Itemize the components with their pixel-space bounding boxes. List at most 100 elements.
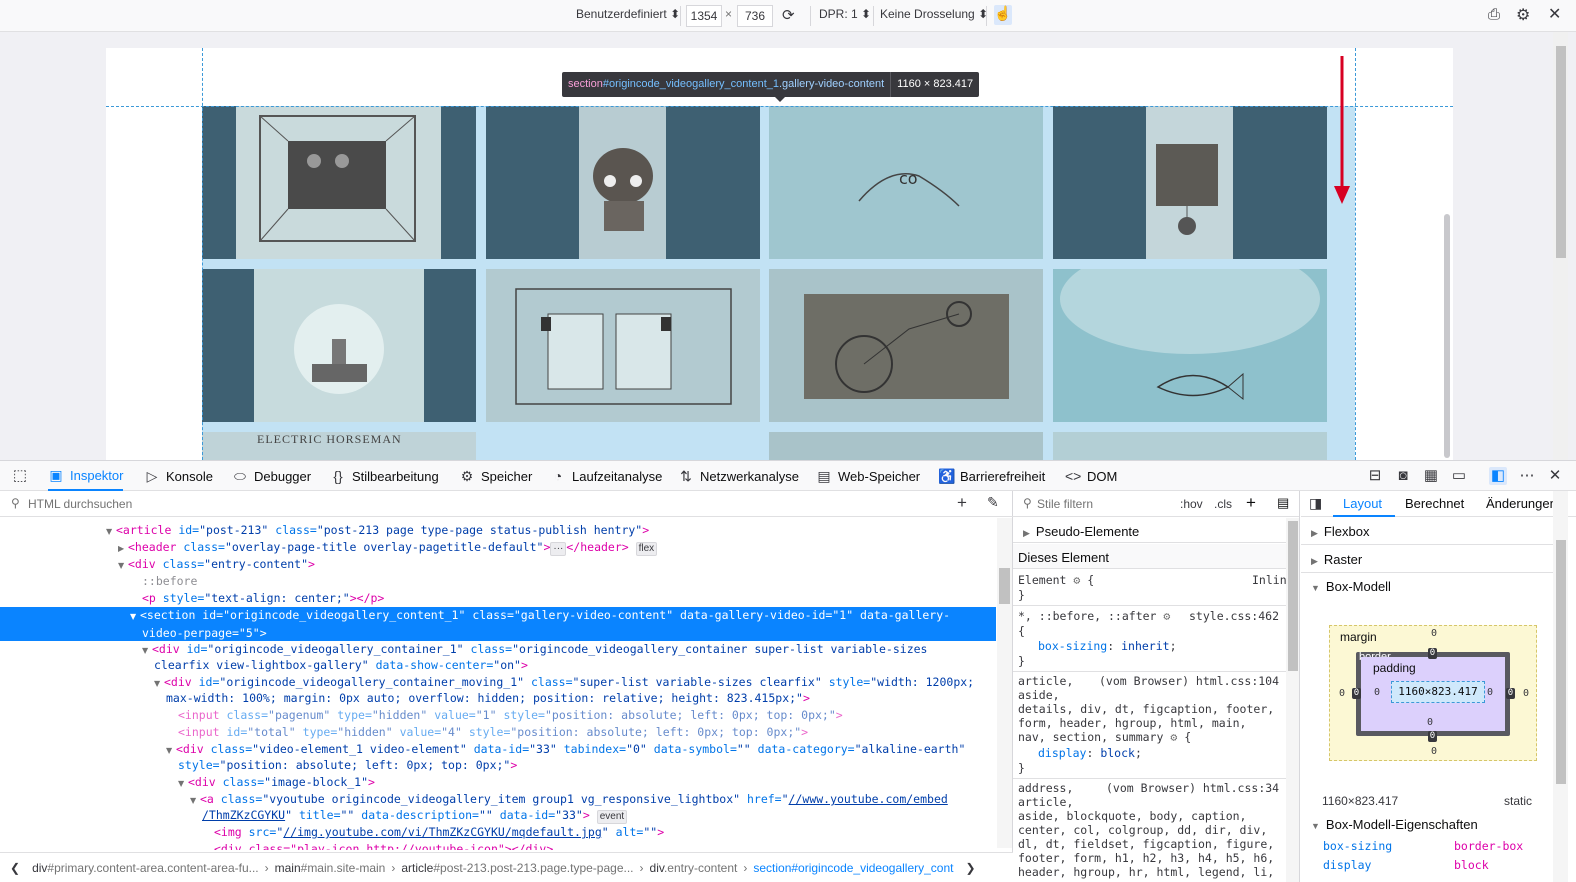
margin-left-value[interactable]: 0 xyxy=(1339,688,1345,699)
eyedropper-icon[interactable]: ✎ xyxy=(987,494,999,511)
tab-layout[interactable]: Layout xyxy=(1343,496,1382,511)
rule-source-link[interactable]: style.css:462 xyxy=(1189,609,1279,623)
property-value[interactable]: border-box xyxy=(1454,839,1523,853)
tab-changes[interactable]: Änderungen xyxy=(1486,496,1557,511)
rules-scrollbar-thumb[interactable] xyxy=(1288,521,1298,671)
video-thumbnail[interactable] xyxy=(486,269,760,422)
tab-console[interactable]: ▷ Konsole xyxy=(144,461,213,491)
tab-memory[interactable]: ⚙ Speicher xyxy=(459,461,533,491)
margin-bottom-value[interactable]: 0 xyxy=(1431,746,1437,757)
video-thumbnail[interactable] xyxy=(769,269,1043,422)
element-rule[interactable]: Element ⚙ { } xyxy=(1018,573,1094,603)
video-thumbnail[interactable] xyxy=(486,106,760,259)
block-display-rule[interactable]: article, xyxy=(1018,674,1073,689)
property-value[interactable]: block xyxy=(1454,858,1489,872)
styles-filter-bar[interactable]: ⚲ Stile filtern :hov .cls + ▤ xyxy=(1013,491,1299,517)
breadcrumb-item-current[interactable]: section#origincode_videogallery_cont xyxy=(747,861,959,875)
more-options-icon[interactable]: ⋯ xyxy=(1518,467,1536,485)
breadcrumb-item[interactable]: article#post-213.post-213.page.type-page… xyxy=(395,861,639,875)
hover-states-toggle[interactable]: :hov xyxy=(1180,497,1203,511)
tab-computed[interactable]: Berechnet xyxy=(1405,496,1464,511)
print-simulation-icon[interactable]: ▤ xyxy=(1277,495,1289,511)
border-top-value[interactable]: 0 xyxy=(1428,648,1437,659)
markup-node[interactable]: <input class="pagenum" type="hidden" val… xyxy=(0,707,996,723)
markup-node[interactable]: ▶ <header class="overlay-page-title overl… xyxy=(0,539,996,557)
video-thumbnail[interactable]: co xyxy=(769,106,1043,259)
markup-node[interactable]: <p style="text-align: center;"></p> xyxy=(0,590,996,606)
video-thumbnail[interactable] xyxy=(1053,106,1327,259)
padding-bottom-value[interactable]: 0 xyxy=(1427,717,1433,728)
video-thumbnail[interactable] xyxy=(1053,269,1327,422)
universal-rule[interactable]: *, ::before, ::after ⚙ xyxy=(1018,609,1170,624)
padding-left-value[interactable]: 0 xyxy=(1374,687,1380,698)
grid-section-toggle[interactable]: ▶ Raster xyxy=(1311,552,1362,567)
border-right-value[interactable]: 0 xyxy=(1506,688,1515,699)
tab-style-editor[interactable]: {} Stilbearbeitung xyxy=(330,461,438,491)
device-select[interactable]: Benutzerdefiniert ⬍ xyxy=(576,7,680,21)
add-node-icon[interactable]: + xyxy=(957,493,967,513)
throttle-select[interactable]: Keine Drosselung ⬍ xyxy=(880,7,988,21)
video-thumbnail[interactable] xyxy=(202,269,476,422)
screenshot-icon[interactable]: ⎙ xyxy=(1488,6,1500,23)
border-left-value[interactable]: 0 xyxy=(1352,688,1361,699)
tab-dom[interactable]: <> DOM xyxy=(1065,461,1117,491)
breadcrumb-forward-icon[interactable]: ❯ xyxy=(960,861,982,875)
tab-network[interactable]: ⇅ Netzwerkanalyse xyxy=(678,461,799,491)
breadcrumb-item[interactable]: div.entry-content xyxy=(644,861,744,875)
boxmodel-section-toggle[interactable]: ▼ Box-Modell xyxy=(1311,579,1391,594)
dock-side-icon[interactable]: ◧ xyxy=(1489,467,1507,485)
event-badge[interactable]: event xyxy=(596,810,628,824)
margin-right-value[interactable]: 0 xyxy=(1523,688,1529,699)
tab-performance[interactable]: ◔ Laufzeitanalyse xyxy=(550,461,663,491)
viewport-scrollbar-thumb[interactable] xyxy=(1556,46,1566,258)
screenshot-icon[interactable]: ◙ xyxy=(1394,467,1412,485)
settings-gear-icon[interactable]: ⚙ xyxy=(1516,5,1530,25)
styles-filter-input[interactable]: Stile filtern xyxy=(1037,497,1093,511)
video-thumbnail[interactable] xyxy=(769,432,1043,460)
boxmodel-properties-toggle[interactable]: ▼ Box-Modell-Eigenschaften xyxy=(1311,817,1478,832)
flex-badge[interactable]: flex xyxy=(635,542,658,556)
flexbox-section-toggle[interactable]: ▶ Flexbox xyxy=(1311,524,1369,539)
image-url-link[interactable]: //img.youtube.com/vi/ThmZKzCGYKU/mqdefau… xyxy=(283,825,602,839)
rotate-icon[interactable]: ⟳ xyxy=(782,6,795,24)
markup-node-selected[interactable]: ▼ <section id="origincode_videogallery_co… xyxy=(0,607,996,641)
add-rule-icon[interactable]: + xyxy=(1246,493,1256,513)
tab-storage[interactable]: ▤ Web-Speicher xyxy=(816,461,920,491)
close-icon[interactable]: ✕ xyxy=(1548,4,1561,24)
classes-toggle[interactable]: .cls xyxy=(1214,497,1232,511)
embed-url-link[interactable]: /ThmZKzCGYKU xyxy=(202,808,285,822)
markup-node[interactable]: <input id="total" type="hidden" value="4… xyxy=(0,724,996,740)
paint-flashing-icon[interactable]: ▦ xyxy=(1422,467,1440,485)
html-search-input[interactable]: HTML durchsuchen xyxy=(28,497,132,511)
page-scrollbar[interactable] xyxy=(1444,214,1450,458)
markup-node[interactable]: ▼ <div class="entry-content"> xyxy=(0,556,996,574)
breadcrumb-back-icon[interactable]: ❮ xyxy=(0,861,26,875)
padding-right-value[interactable]: 0 xyxy=(1487,687,1493,698)
pseudo-elements-toggle[interactable]: ▶ Pseudo-Elemente xyxy=(1013,518,1299,543)
layout-scrollbar-thumb[interactable] xyxy=(1556,540,1566,784)
html-search-bar[interactable]: ⚲ HTML durchsuchen + ✎ xyxy=(0,491,1013,517)
dpr-select[interactable]: DPR: 1 ⬍ xyxy=(819,7,871,21)
video-thumbnail[interactable] xyxy=(1053,432,1327,460)
markup-node[interactable]: ▼ <div class="image-block_1"> xyxy=(0,774,996,792)
rule-source-link[interactable]: (vom Browser) html.css:104 xyxy=(1099,674,1279,688)
breadcrumb-item[interactable]: main#main.site-main xyxy=(269,861,392,875)
browser-default-rule[interactable]: address, xyxy=(1018,781,1073,796)
breadcrumb-item[interactable]: div#primary.content-area.content-area-fu… xyxy=(26,861,265,875)
tab-debugger[interactable]: ⬭ Debugger xyxy=(232,461,311,491)
toggle-sidebar-icon[interactable]: ◨ xyxy=(1309,495,1322,512)
markup-node[interactable]: ▼ <article id="post-213" class="post-213 … xyxy=(0,522,996,540)
responsive-mode-icon[interactable]: ⊟ xyxy=(1366,467,1384,485)
element-picker-icon[interactable]: ⬚ xyxy=(11,467,29,485)
rule-source-link[interactable]: (vom Browser) html.css:34 xyxy=(1106,781,1279,795)
tab-inspector[interactable]: ▣ Inspektor xyxy=(48,461,124,491)
viewport-height-input[interactable]: 736 xyxy=(737,5,773,27)
close-devtools-icon[interactable]: ✕ xyxy=(1546,467,1564,485)
video-thumbnail[interactable]: ELECTRIC HORSEMAN xyxy=(202,432,476,460)
border-bottom-value[interactable]: 0 xyxy=(1428,731,1437,742)
margin-top-value[interactable]: 0 xyxy=(1431,628,1437,639)
tab-accessibility[interactable]: ♿ Barrierefreiheit xyxy=(938,461,1045,491)
markup-node[interactable]: <img src="//img.youtube.com/vi/ThmZKzCGY… xyxy=(0,824,996,840)
video-thumbnail[interactable] xyxy=(202,106,476,259)
markup-scrollbar-thumb[interactable] xyxy=(999,568,1010,604)
